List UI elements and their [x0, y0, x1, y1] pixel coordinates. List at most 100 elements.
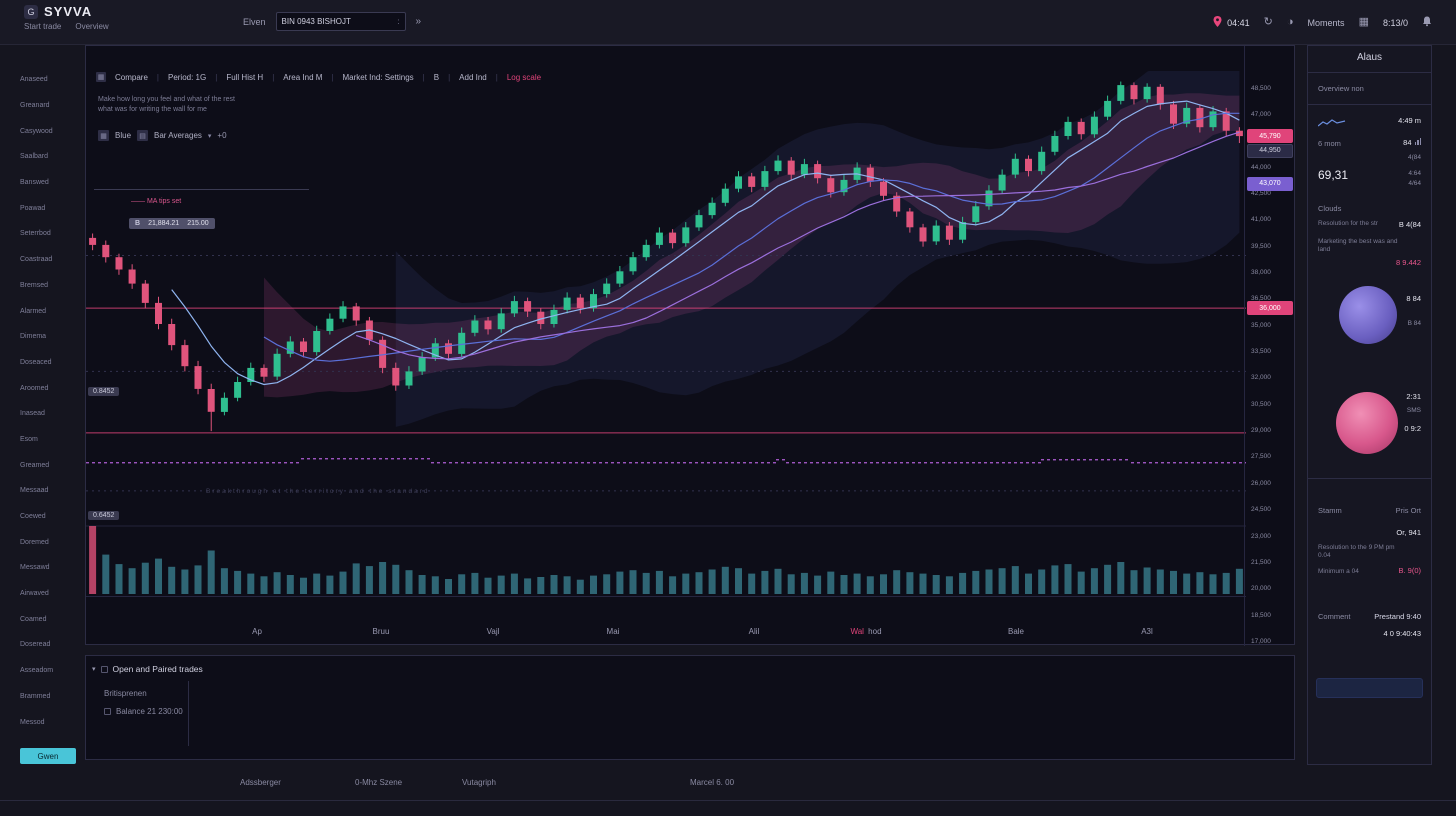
divider — [1308, 72, 1431, 73]
legend-item-blue[interactable]: Blue — [115, 131, 131, 140]
toolbar-item[interactable]: Full Hist H — [226, 73, 263, 82]
price-chart[interactable] — [86, 71, 1246, 596]
nav-overview[interactable]: Overview — [75, 22, 108, 31]
tool-item[interactable]: Messod — [0, 709, 85, 735]
indicator-tag-2: 0.6452 — [88, 511, 119, 520]
tool-item[interactable]: Seterrbod — [0, 221, 85, 247]
divider: | — [272, 73, 274, 82]
chart-info-line1: Make how long you feel and what of the r… — [98, 95, 235, 105]
legend-item-bar-averages[interactable]: Bar Averages — [154, 131, 202, 140]
overview-section-label[interactable]: Overview non — [1318, 84, 1364, 93]
price-tag-pink: 36,000 — [1247, 301, 1293, 315]
tool-item[interactable]: Inasead — [0, 401, 85, 427]
price-tick: 24,500 — [1251, 506, 1271, 513]
price-tag-pink: 45,790 — [1247, 129, 1293, 143]
tool-item[interactable]: Asseadom — [0, 658, 85, 684]
description-line-2: Marketing the best was and land — [1318, 238, 1400, 254]
topbar: G SYVVA Start trade Overview Elven BIN 0… — [0, 0, 1456, 45]
tool-item[interactable]: Greanard — [0, 93, 85, 119]
tool-item[interactable]: Alarmed — [0, 298, 85, 324]
tool-item[interactable]: Esom — [0, 427, 85, 453]
description-value: B 4(84 — [1399, 220, 1421, 229]
collapse-caret-icon[interactable]: ▾ — [92, 665, 96, 673]
tool-item[interactable]: Doseread — [0, 632, 85, 658]
price-tag-purple: 43,070 — [1247, 177, 1293, 191]
toolbar-item[interactable]: Market Ind: Settings — [343, 73, 414, 82]
tool-item[interactable]: Coewed — [0, 504, 85, 530]
price-tick: 21,500 — [1251, 559, 1271, 566]
status-item-2[interactable]: 0-Mhz Szene — [355, 778, 402, 787]
price-tick: 18,500 — [1251, 612, 1271, 619]
tool-item[interactable]: Anaseed — [0, 67, 85, 93]
price-tick: 26,000 — [1251, 480, 1271, 487]
divider: | — [496, 73, 498, 82]
balance-checkbox[interactable] — [104, 708, 111, 715]
brand: G SYVVA Start trade Overview — [24, 4, 109, 31]
rail-action-button[interactable]: Gwen — [20, 748, 76, 764]
symbol-search: Elven BIN 0943 BISHOJT : » — [243, 12, 421, 31]
status-item-3[interactable]: Vutagriph — [462, 778, 496, 787]
grid-icon[interactable]: ▦ — [1359, 17, 1369, 28]
tool-item[interactable]: Casywood — [0, 118, 85, 144]
stats-line-1: Resolution to the 9 PM pm 0.04 — [1318, 544, 1400, 560]
price-axis[interactable]: 48,50047,00045,50044,00042,50041,00039,5… — [1244, 46, 1294, 646]
price-tick: 47,000 — [1251, 111, 1271, 118]
toolbar-item[interactable]: Period: 1G — [168, 73, 206, 82]
moments-label[interactable]: Moments — [1308, 18, 1345, 28]
tool-item[interactable]: Doseaced — [0, 350, 85, 376]
tool-item[interactable]: Bremsed — [0, 273, 85, 299]
tool-item[interactable]: Brammed — [0, 684, 85, 710]
price-tick: 39,500 — [1251, 243, 1271, 250]
add-indicator-button[interactable]: +0 — [217, 131, 226, 140]
tool-item[interactable]: Banswed — [0, 170, 85, 196]
indicator-value-box[interactable]: B 21,884.21 215.00 — [129, 218, 215, 229]
tool-item[interactable]: Poawad — [0, 195, 85, 221]
tool-item[interactable]: Aroomed — [0, 375, 85, 401]
tool-item[interactable]: Airwaved — [0, 581, 85, 607]
chart-type-icon[interactable]: ▦ — [96, 72, 106, 82]
trades-panel-title: Open and Paired trades — [113, 664, 203, 674]
price-tick: 44,000 — [1251, 164, 1271, 171]
purple-gauge — [1339, 286, 1397, 344]
tool-item[interactable]: Greamed — [0, 452, 85, 478]
divider — [0, 800, 1456, 801]
comment-time: 4 0 9:40:43 — [1383, 629, 1421, 638]
tool-item[interactable]: Dimema — [0, 324, 85, 350]
status-item-1[interactable]: Adssberger — [240, 778, 281, 787]
trades-checkbox[interactable] — [101, 666, 108, 673]
divider: | — [448, 73, 450, 82]
tool-item[interactable]: Messaad — [0, 478, 85, 504]
toolbar-item[interactable]: Area Ind M — [283, 73, 322, 82]
chart-legend: ▦ Blue ▤ Bar Averages ▾ +0 — [98, 130, 227, 141]
indicator-tag-1: 0.8452 — [88, 387, 119, 396]
tool-item[interactable]: Doremed — [0, 529, 85, 555]
panel-action-button[interactable] — [1316, 678, 1423, 698]
time-axis[interactable]: ApBruuVajlMaiAlilWal hodBaleA3l — [86, 596, 1246, 646]
contrast-icon[interactable]: ◑ — [1287, 17, 1294, 28]
ticker-input[interactable]: BIN 0943 BISHOJT : — [276, 12, 406, 31]
toolbar-item[interactable]: B — [434, 73, 439, 82]
mid-value-3: 0 9:2 — [1404, 424, 1421, 433]
toolbar-item[interactable]: Add Ind — [459, 73, 487, 82]
refresh-icon[interactable]: ↻ — [1264, 17, 1273, 28]
tool-item[interactable]: Coamed — [0, 606, 85, 632]
tool-item[interactable]: Coastraad — [0, 247, 85, 273]
candles-icon[interactable]: ▦ — [98, 130, 109, 141]
stats-line-2: Minimum a 04 — [1318, 568, 1400, 576]
chevron-down-icon[interactable]: ▾ — [208, 132, 212, 140]
chart-toolbar: ▦ Compare | Period: 1G | Full Hist H | Area Ind… — [96, 72, 541, 82]
stats-right-label: Pris Ort — [1396, 506, 1421, 515]
tool-item[interactable]: Saalbard — [0, 144, 85, 170]
toolbar-item[interactable]: Log scale — [507, 73, 541, 82]
double-chevron-icon[interactable]: » — [416, 16, 422, 27]
nav-start-trade[interactable]: Start trade — [24, 22, 61, 31]
bars-icon[interactable]: ▤ — [137, 130, 148, 141]
toolbar-item[interactable]: Compare — [115, 73, 148, 82]
alert-pin-icon[interactable] — [1213, 14, 1222, 32]
indicator-value: 21,884.21 — [148, 220, 179, 227]
tool-item[interactable]: Messawd — [0, 555, 85, 581]
app-logo: SYVVA — [44, 4, 92, 19]
bell-icon[interactable] — [1422, 16, 1432, 30]
status-item-4[interactable]: Marcel 6. 00 — [690, 778, 734, 787]
spark-value: 4:49 m — [1398, 116, 1421, 125]
